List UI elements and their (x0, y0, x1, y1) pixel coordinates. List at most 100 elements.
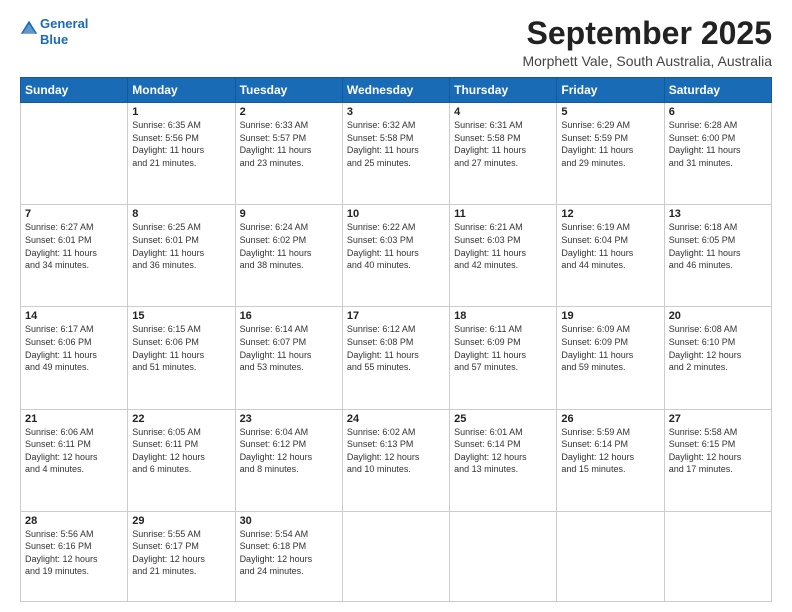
day-number: 2 (240, 106, 338, 118)
calendar-cell: 15Sunrise: 6:15 AM Sunset: 6:06 PM Dayli… (128, 307, 235, 409)
day-number: 17 (347, 310, 445, 322)
day-info: Sunrise: 5:58 AM Sunset: 6:15 PM Dayligh… (669, 426, 767, 476)
day-number: 21 (25, 413, 123, 425)
day-info: Sunrise: 6:35 AM Sunset: 5:56 PM Dayligh… (132, 119, 230, 169)
day-info: Sunrise: 6:28 AM Sunset: 6:00 PM Dayligh… (669, 119, 767, 169)
day-number: 23 (240, 413, 338, 425)
logo-line1: General (40, 16, 88, 31)
day-number: 12 (561, 208, 659, 220)
weekday-header: Sunday (21, 78, 128, 103)
calendar-body: 1Sunrise: 6:35 AM Sunset: 5:56 PM Daylig… (21, 103, 772, 602)
calendar-cell: 17Sunrise: 6:12 AM Sunset: 6:08 PM Dayli… (342, 307, 449, 409)
calendar-cell: 13Sunrise: 6:18 AM Sunset: 6:05 PM Dayli… (664, 205, 771, 307)
calendar-cell: 7Sunrise: 6:27 AM Sunset: 6:01 PM Daylig… (21, 205, 128, 307)
calendar-week-row: 28Sunrise: 5:56 AM Sunset: 6:16 PM Dayli… (21, 511, 772, 601)
calendar-cell: 1Sunrise: 6:35 AM Sunset: 5:56 PM Daylig… (128, 103, 235, 205)
day-info: Sunrise: 6:12 AM Sunset: 6:08 PM Dayligh… (347, 323, 445, 373)
calendar-cell: 8Sunrise: 6:25 AM Sunset: 6:01 PM Daylig… (128, 205, 235, 307)
calendar-cell: 10Sunrise: 6:22 AM Sunset: 6:03 PM Dayli… (342, 205, 449, 307)
day-info: Sunrise: 6:21 AM Sunset: 6:03 PM Dayligh… (454, 221, 552, 271)
calendar-cell: 30Sunrise: 5:54 AM Sunset: 6:18 PM Dayli… (235, 511, 342, 601)
day-number: 30 (240, 515, 338, 527)
page: General Blue September 2025 Morphett Val… (0, 0, 792, 612)
day-info: Sunrise: 6:06 AM Sunset: 6:11 PM Dayligh… (25, 426, 123, 476)
day-info: Sunrise: 6:31 AM Sunset: 5:58 PM Dayligh… (454, 119, 552, 169)
day-info: Sunrise: 6:04 AM Sunset: 6:12 PM Dayligh… (240, 426, 338, 476)
calendar-cell: 2Sunrise: 6:33 AM Sunset: 5:57 PM Daylig… (235, 103, 342, 205)
day-number: 9 (240, 208, 338, 220)
day-number: 20 (669, 310, 767, 322)
calendar-cell: 12Sunrise: 6:19 AM Sunset: 6:04 PM Dayli… (557, 205, 664, 307)
calendar-cell: 3Sunrise: 6:32 AM Sunset: 5:58 PM Daylig… (342, 103, 449, 205)
calendar-cell (342, 511, 449, 601)
day-info: Sunrise: 6:32 AM Sunset: 5:58 PM Dayligh… (347, 119, 445, 169)
day-info: Sunrise: 6:29 AM Sunset: 5:59 PM Dayligh… (561, 119, 659, 169)
day-info: Sunrise: 6:14 AM Sunset: 6:07 PM Dayligh… (240, 323, 338, 373)
logo-text: General Blue (40, 16, 88, 47)
day-info: Sunrise: 5:54 AM Sunset: 6:18 PM Dayligh… (240, 528, 338, 578)
day-number: 24 (347, 413, 445, 425)
day-info: Sunrise: 6:08 AM Sunset: 6:10 PM Dayligh… (669, 323, 767, 373)
calendar-cell: 20Sunrise: 6:08 AM Sunset: 6:10 PM Dayli… (664, 307, 771, 409)
header: General Blue September 2025 Morphett Val… (20, 16, 772, 69)
calendar-cell: 25Sunrise: 6:01 AM Sunset: 6:14 PM Dayli… (450, 409, 557, 511)
calendar-cell: 26Sunrise: 5:59 AM Sunset: 6:14 PM Dayli… (557, 409, 664, 511)
day-number: 13 (669, 208, 767, 220)
day-number: 29 (132, 515, 230, 527)
day-info: Sunrise: 5:56 AM Sunset: 6:16 PM Dayligh… (25, 528, 123, 578)
day-number: 15 (132, 310, 230, 322)
weekday-header: Friday (557, 78, 664, 103)
day-number: 3 (347, 106, 445, 118)
calendar-cell (664, 511, 771, 601)
calendar-cell (21, 103, 128, 205)
calendar-cell: 6Sunrise: 6:28 AM Sunset: 6:00 PM Daylig… (664, 103, 771, 205)
day-info: Sunrise: 6:24 AM Sunset: 6:02 PM Dayligh… (240, 221, 338, 271)
day-number: 26 (561, 413, 659, 425)
calendar-cell: 21Sunrise: 6:06 AM Sunset: 6:11 PM Dayli… (21, 409, 128, 511)
weekday-header: Monday (128, 78, 235, 103)
logo-line2: Blue (40, 32, 88, 48)
day-number: 16 (240, 310, 338, 322)
day-number: 10 (347, 208, 445, 220)
calendar-cell: 16Sunrise: 6:14 AM Sunset: 6:07 PM Dayli… (235, 307, 342, 409)
calendar-cell: 29Sunrise: 5:55 AM Sunset: 6:17 PM Dayli… (128, 511, 235, 601)
day-info: Sunrise: 6:02 AM Sunset: 6:13 PM Dayligh… (347, 426, 445, 476)
day-info: Sunrise: 6:19 AM Sunset: 6:04 PM Dayligh… (561, 221, 659, 271)
day-number: 1 (132, 106, 230, 118)
day-info: Sunrise: 6:15 AM Sunset: 6:06 PM Dayligh… (132, 323, 230, 373)
logo: General Blue (20, 16, 88, 47)
day-number: 19 (561, 310, 659, 322)
calendar-week-row: 1Sunrise: 6:35 AM Sunset: 5:56 PM Daylig… (21, 103, 772, 205)
calendar-cell (557, 511, 664, 601)
weekday-header: Saturday (664, 78, 771, 103)
day-info: Sunrise: 6:01 AM Sunset: 6:14 PM Dayligh… (454, 426, 552, 476)
weekday-header: Thursday (450, 78, 557, 103)
day-info: Sunrise: 6:33 AM Sunset: 5:57 PM Dayligh… (240, 119, 338, 169)
day-number: 14 (25, 310, 123, 322)
day-info: Sunrise: 6:25 AM Sunset: 6:01 PM Dayligh… (132, 221, 230, 271)
day-number: 8 (132, 208, 230, 220)
day-number: 22 (132, 413, 230, 425)
day-number: 27 (669, 413, 767, 425)
calendar-cell: 5Sunrise: 6:29 AM Sunset: 5:59 PM Daylig… (557, 103, 664, 205)
day-info: Sunrise: 6:05 AM Sunset: 6:11 PM Dayligh… (132, 426, 230, 476)
calendar-header-row: SundayMondayTuesdayWednesdayThursdayFrid… (21, 78, 772, 103)
calendar-cell: 28Sunrise: 5:56 AM Sunset: 6:16 PM Dayli… (21, 511, 128, 601)
day-number: 6 (669, 106, 767, 118)
day-info: Sunrise: 5:55 AM Sunset: 6:17 PM Dayligh… (132, 528, 230, 578)
weekday-header: Tuesday (235, 78, 342, 103)
day-info: Sunrise: 6:17 AM Sunset: 6:06 PM Dayligh… (25, 323, 123, 373)
day-info: Sunrise: 6:18 AM Sunset: 6:05 PM Dayligh… (669, 221, 767, 271)
calendar-cell: 19Sunrise: 6:09 AM Sunset: 6:09 PM Dayli… (557, 307, 664, 409)
calendar-week-row: 14Sunrise: 6:17 AM Sunset: 6:06 PM Dayli… (21, 307, 772, 409)
calendar-cell: 24Sunrise: 6:02 AM Sunset: 6:13 PM Dayli… (342, 409, 449, 511)
day-number: 7 (25, 208, 123, 220)
day-number: 28 (25, 515, 123, 527)
day-number: 4 (454, 106, 552, 118)
calendar-cell: 27Sunrise: 5:58 AM Sunset: 6:15 PM Dayli… (664, 409, 771, 511)
calendar-cell: 14Sunrise: 6:17 AM Sunset: 6:06 PM Dayli… (21, 307, 128, 409)
logo-icon (20, 19, 38, 37)
day-info: Sunrise: 6:22 AM Sunset: 6:03 PM Dayligh… (347, 221, 445, 271)
day-info: Sunrise: 6:11 AM Sunset: 6:09 PM Dayligh… (454, 323, 552, 373)
day-info: Sunrise: 6:27 AM Sunset: 6:01 PM Dayligh… (25, 221, 123, 271)
